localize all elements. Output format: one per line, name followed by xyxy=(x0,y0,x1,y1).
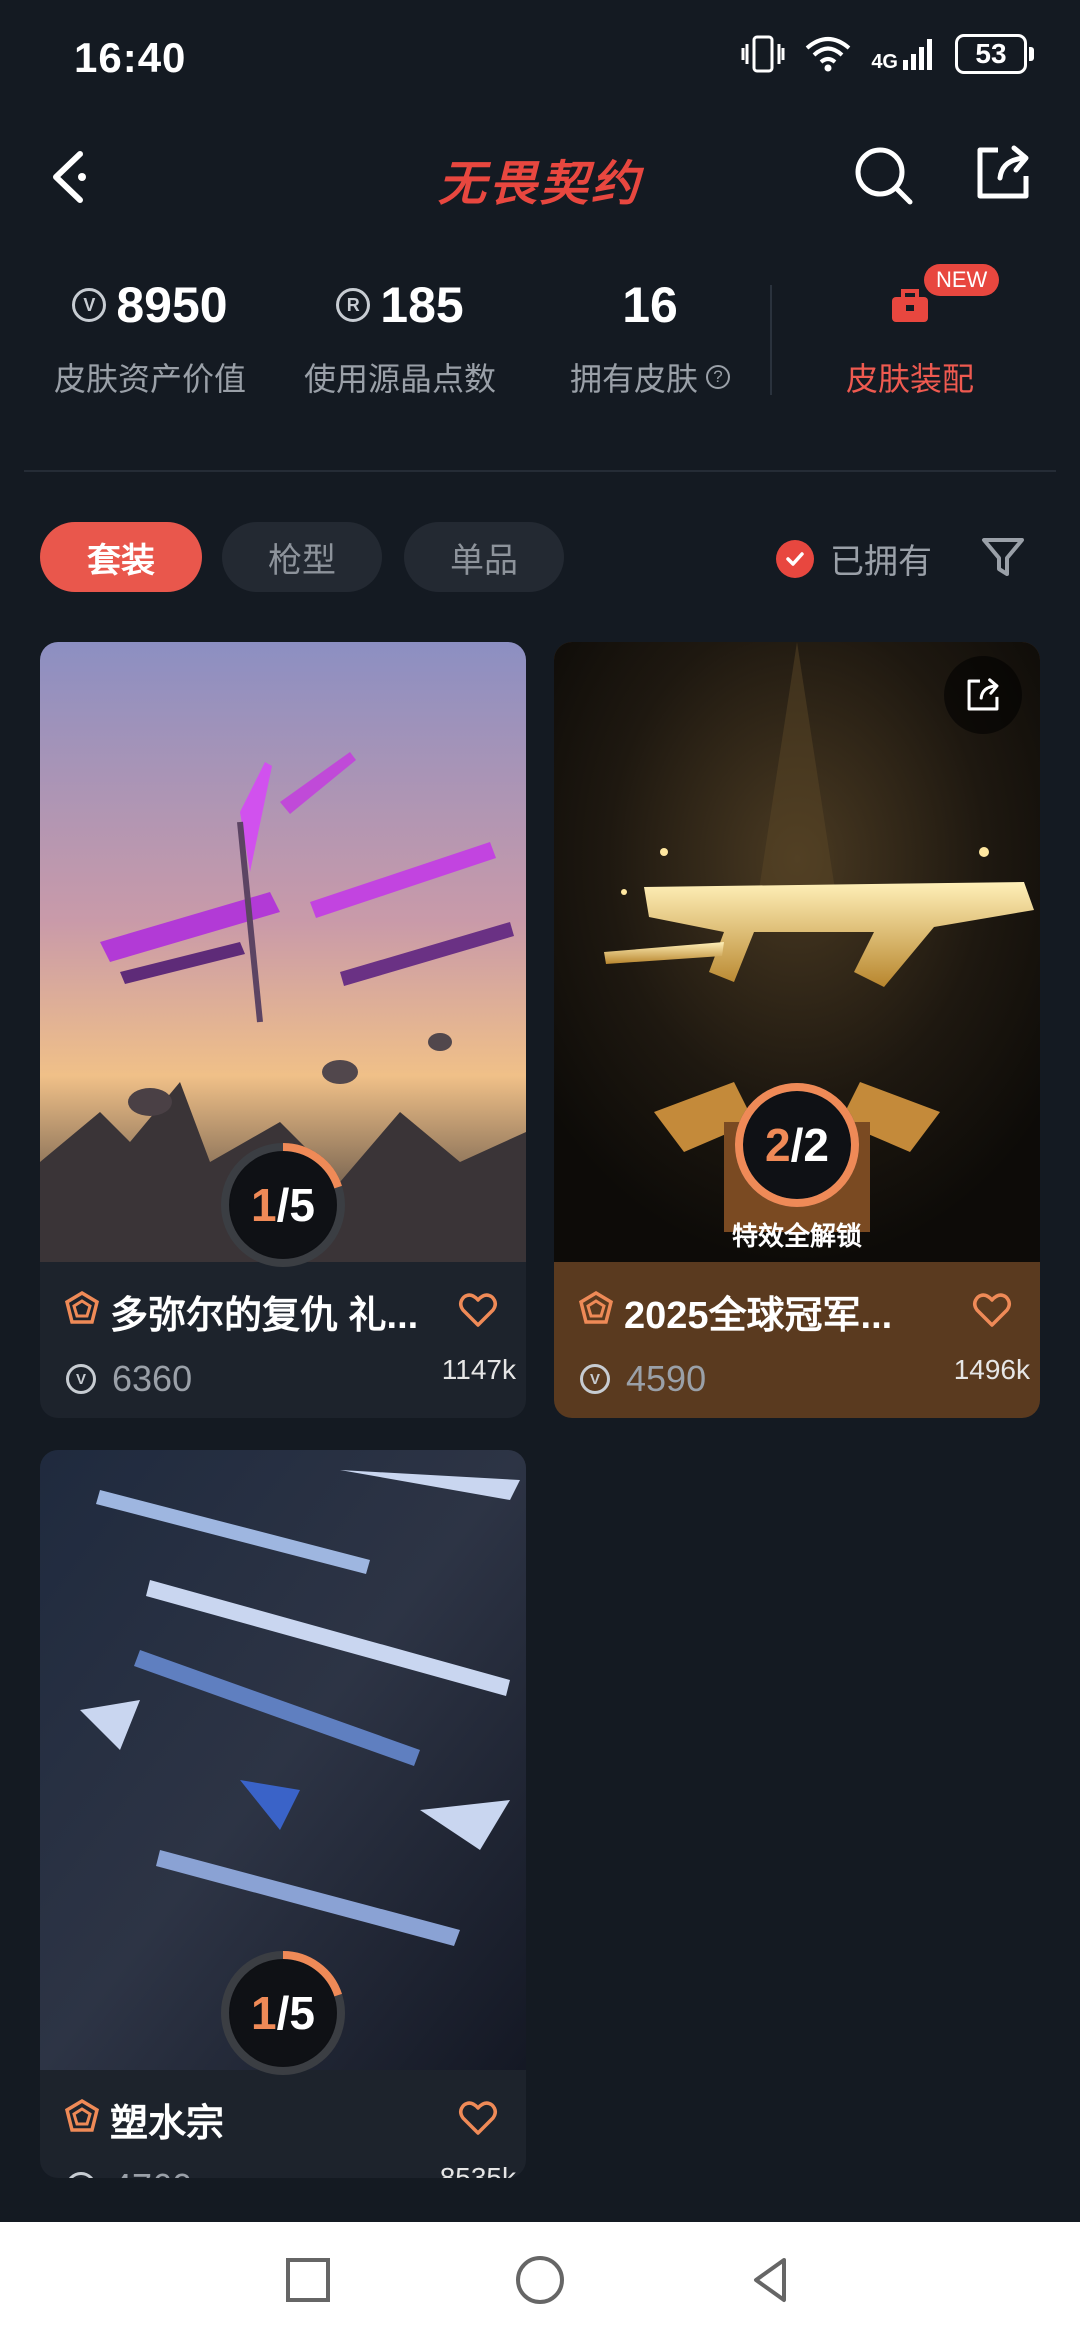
skin-card[interactable]: 2/2 特效全解锁 2025全球冠军... V 4590 1496k xyxy=(554,642,1040,1418)
progress-total: 5 xyxy=(289,1179,315,1231)
skin-name: 塑水宗 xyxy=(110,2103,225,2145)
page-title: 无畏契约 xyxy=(437,158,642,211)
help-icon[interactable]: ? xyxy=(706,365,730,389)
tab-suite[interactable]: 套装 xyxy=(40,522,202,592)
tier-badge-icon xyxy=(578,1290,614,1324)
share-icon[interactable] xyxy=(970,140,1036,206)
progress-total: 5 xyxy=(289,1987,315,2039)
progress-ring: 2/2 xyxy=(734,1082,860,1208)
price-value: 4590 xyxy=(626,1358,707,1399)
stat-asset-value: V 8950 皮肤资产价值 xyxy=(40,270,260,400)
stats-separator xyxy=(770,285,772,395)
briefcase-icon xyxy=(892,289,928,322)
radiant-points-number: 185 xyxy=(380,277,464,333)
skin-card[interactable]: 1/5 塑水宗 V 4760 8535k xyxy=(40,1450,526,2178)
tier-badge-icon xyxy=(64,1290,100,1324)
progress-current: 2 xyxy=(765,1119,791,1171)
stat-radiant-points: R 185 使用源晶点数 xyxy=(290,270,510,400)
owned-label: 已拥有 xyxy=(830,543,932,581)
tier-badge-icon xyxy=(64,2098,100,2132)
stats-bar: V 8950 皮肤资产价值 R 185 使用源晶点数 16 拥有皮肤 ? 皮肤装… xyxy=(0,270,1080,420)
app-header: 无畏契约 xyxy=(0,120,1080,230)
back-triangle-icon[interactable] xyxy=(744,2252,800,2308)
share-card-button[interactable] xyxy=(944,656,1022,734)
radiant-points-label: 使用源晶点数 xyxy=(303,361,496,397)
vp-coin-icon: V xyxy=(66,1364,96,1394)
card-info: 塑水宗 V 4760 8535k xyxy=(40,2070,526,2178)
vp-coin-icon: V xyxy=(580,1364,610,1394)
skin-artwork: 1/5 xyxy=(40,642,526,1267)
radianite-coin-icon: R xyxy=(336,288,371,322)
skin-artwork: 2/2 特效全解锁 xyxy=(554,642,1040,1262)
skin-artwork: 1/5 xyxy=(40,1450,526,2075)
wifi-icon xyxy=(806,37,851,72)
progress-ring: 1/5 xyxy=(220,1142,346,1268)
vp-coin-icon: V xyxy=(66,2172,96,2178)
recents-square-icon[interactable] xyxy=(280,2252,336,2308)
vibrate-icon xyxy=(741,35,785,73)
price-value: 6360 xyxy=(112,1358,193,1399)
favorite-heart-icon[interactable] xyxy=(458,2098,498,2138)
progress-ring: 1/5 xyxy=(220,1950,346,2076)
status-time: 16:40 xyxy=(74,34,187,81)
battery-indicator: 53 xyxy=(955,34,1034,74)
skin-name: 2025全球冠军... xyxy=(624,1295,893,1337)
skin-card[interactable]: 1/5 多弥尔的复仇 礼... V 6360 1147k xyxy=(40,642,526,1418)
skin-price: V 4590 xyxy=(580,1358,706,1400)
skin-name: 多弥尔的复仇 礼... xyxy=(110,1295,419,1337)
filter-icon[interactable] xyxy=(978,532,1028,582)
unlock-status-label: 特效全解锁 xyxy=(731,1221,862,1251)
card-info: 多弥尔的复仇 礼... V 6360 1147k xyxy=(40,1262,526,1418)
stat-skins-owned: 16 拥有皮肤 ? xyxy=(540,270,760,400)
status-icons: 4G 53 xyxy=(741,34,1034,74)
skins-owned-label: 拥有皮肤 xyxy=(569,361,698,397)
new-badge: NEW xyxy=(924,264,1000,296)
cell-signal: 4G xyxy=(871,36,937,72)
home-circle-icon[interactable] xyxy=(512,2252,568,2308)
vp-coin-icon: V xyxy=(72,288,107,322)
likes-count: 8535k xyxy=(439,2162,516,2178)
divider xyxy=(24,470,1056,472)
progress-current: 1 xyxy=(251,1179,277,1231)
progress-total: 2 xyxy=(803,1119,829,1171)
progress-current: 1 xyxy=(251,1987,277,2039)
likes-count: 1147k xyxy=(441,1354,516,1385)
skins-owned-number: 16 xyxy=(622,277,678,333)
network-type: 4G xyxy=(871,51,898,73)
asset-value-label: 皮肤资产价值 xyxy=(53,361,246,397)
owned-toggle[interactable]: 已拥有 xyxy=(776,534,932,583)
skin-equip-label: 皮肤装配 xyxy=(845,361,974,397)
check-icon xyxy=(776,539,814,578)
signal-icon xyxy=(903,39,932,70)
favorite-heart-icon[interactable] xyxy=(458,1290,498,1330)
battery-level: 53 xyxy=(955,34,1027,74)
price-value: 4760 xyxy=(112,2166,192,2178)
share-icon xyxy=(967,678,999,711)
card-info: 2025全球冠军... V 4590 1496k xyxy=(554,1262,1040,1418)
favorite-heart-icon[interactable] xyxy=(972,1290,1012,1330)
system-nav-bar xyxy=(0,2222,1080,2340)
likes-count: 1496k xyxy=(953,1354,1030,1385)
tab-gun-type[interactable]: 枪型 xyxy=(222,522,382,592)
skin-price: V 6360 xyxy=(66,1358,192,1400)
filter-bar: 套装 枪型 单品 已拥有 xyxy=(0,522,1080,592)
asset-value-number: 8950 xyxy=(116,277,228,333)
status-bar: 16:40 4G 53 xyxy=(0,0,1080,120)
search-icon[interactable] xyxy=(850,142,916,208)
skin-price: V 4760 xyxy=(66,2166,192,2178)
tab-single-item[interactable]: 单品 xyxy=(404,522,564,592)
